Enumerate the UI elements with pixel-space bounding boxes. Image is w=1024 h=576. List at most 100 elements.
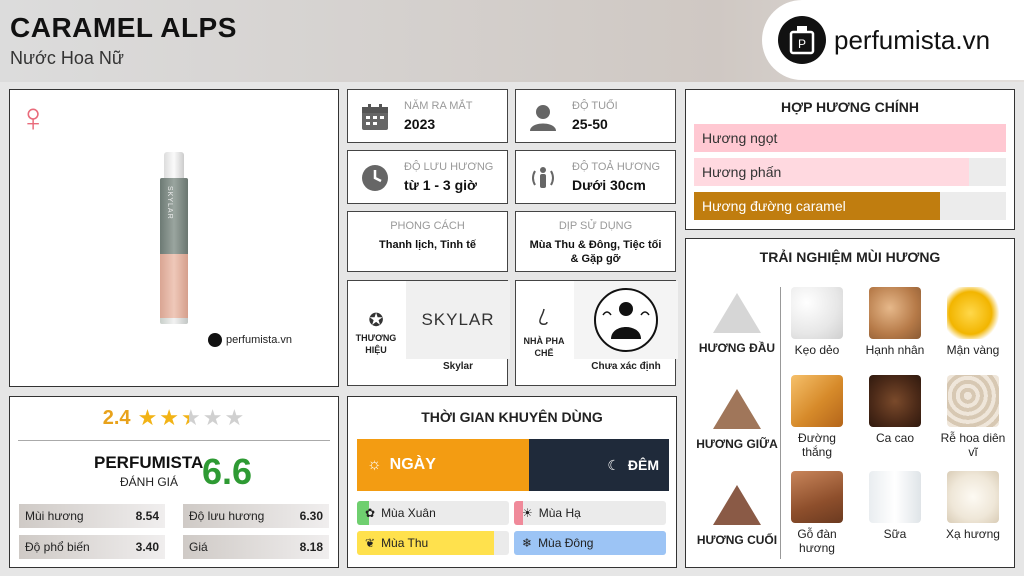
sillage-label: ĐỘ TOẢ HƯƠNG	[572, 161, 661, 173]
clock-icon	[360, 163, 390, 193]
marshmallow-image	[791, 287, 843, 339]
perfumer-label: NHÀ PHA CHẾ	[523, 335, 565, 358]
perfumer-image	[574, 281, 678, 359]
logo-text: perfumista.vn	[834, 24, 991, 55]
perfumista-sublabel: ĐÁNH GIÁ	[120, 475, 179, 489]
perfume-bottle-icon: P	[778, 16, 826, 64]
release-label: NĂM RA MẮT	[404, 100, 473, 112]
orris-root-image	[947, 375, 999, 427]
metric-popularity: Độ phổ biến 3.40	[19, 535, 165, 559]
divider	[18, 440, 330, 441]
notes-title: TRẢI NGHIỆM MÙI HƯƠNG	[759, 249, 941, 265]
female-symbol-icon: ♀	[18, 96, 48, 140]
leaf-icon: ❦	[365, 536, 376, 550]
accord-sweet: Hương ngọt	[694, 124, 1006, 152]
night-segment: ☾ ĐÊM	[528, 439, 669, 491]
watermark: perfumista.vn	[208, 333, 292, 347]
style-value: Thanh lịch, Tinh tế	[379, 239, 476, 251]
age-label: ĐỘ TUỔI	[572, 100, 618, 112]
star-icon: ★	[224, 405, 245, 430]
note-mirabelle: Mận vàng	[938, 287, 1008, 357]
season-autumn: ❦ Mùa Thu	[357, 531, 509, 555]
star-icon: ★	[202, 405, 223, 430]
star-icon: ★	[137, 405, 158, 430]
sun-icon: ☼	[367, 456, 382, 473]
sillage-icon	[528, 163, 558, 193]
longevity-card: ĐỘ LƯU HƯƠNG từ 1 - 3 giờ	[347, 150, 508, 204]
nose-icon	[535, 307, 553, 334]
note-milk: Sữa	[860, 471, 930, 541]
product-panel: ♀ SKYLAR perfumista.vn	[9, 89, 339, 387]
perfumer-card[interactable]: NHÀ PHA CHẾ Chưa xác định	[515, 280, 678, 386]
top-notes-pyramid: HƯƠNG ĐẦU	[694, 293, 780, 355]
note-musk: Xạ hương	[938, 471, 1008, 541]
site-logo[interactable]: P perfumista.vn	[762, 0, 1024, 80]
metric-scent: Mùi hương 8.54	[19, 504, 165, 528]
mirabelle-plum-image	[947, 287, 999, 339]
musk-image	[947, 471, 999, 523]
user-rating: 2.4 ★★★★★	[10, 405, 338, 431]
longevity-label: ĐỘ LƯU HƯƠNG	[404, 161, 494, 173]
svg-text:P: P	[798, 37, 806, 51]
moon-icon: ☾	[607, 456, 620, 473]
release-value: 2023	[404, 116, 436, 132]
rating-score: 2.4	[102, 406, 131, 429]
main-accords-panel: HỢP HƯƠNG CHÍNH Hương ngọt Hương phấn Hư…	[685, 89, 1015, 230]
note-sandalwood: Gỗ đàn hương	[782, 471, 852, 556]
star-badge-icon: ✪	[368, 309, 384, 330]
star-icon: ★	[159, 405, 180, 430]
sandalwood-image	[791, 471, 843, 523]
note-cocoa: Ca cao	[860, 375, 930, 445]
time-title: THỜI GIAN KHUYÊN DÙNG	[421, 409, 603, 425]
perfumista-score: 6.6	[202, 451, 253, 492]
flower-icon: ✿	[365, 506, 376, 520]
divider	[780, 287, 781, 559]
perfume-bottle-icon	[208, 333, 222, 347]
season-summer: ☀ Mùa Hạ	[514, 501, 666, 525]
accords-title: HỢP HƯƠNG CHÍNH	[781, 99, 919, 115]
day-night-bar: ☼ NGÀY ☾ ĐÊM	[357, 439, 669, 491]
note-orris-root: Rễ hoa diên vĩ	[938, 375, 1008, 460]
page-title: CARAMEL ALPS	[10, 12, 237, 43]
brand-label: THƯƠNG HIỆU	[355, 332, 397, 355]
brand-name: Skylar	[442, 361, 474, 372]
calendar-icon	[360, 102, 390, 132]
milk-image	[869, 471, 921, 523]
person-icon	[528, 102, 558, 132]
brand-card[interactable]: ✪ THƯƠNG HIỆU SKYLAR Skylar	[347, 280, 510, 386]
note-caramel: Đường thắng	[782, 375, 852, 460]
caramel-image	[791, 375, 843, 427]
perfumer-name: Chưa xác định	[591, 361, 661, 372]
metric-longevity: Độ lưu hương 6.30	[183, 504, 329, 528]
age-value: 25-50	[572, 116, 608, 132]
perfumista-label: PERFUMISTA	[94, 453, 204, 472]
scent-notes-panel: TRẢI NGHIỆM MÙI HƯƠNG HƯƠNG ĐẦU Kẹo dẻo …	[685, 238, 1015, 568]
snowflake-icon: ❄	[522, 536, 533, 550]
sun-icon: ☀	[522, 506, 533, 520]
rating-panel: 2.4 ★★★★★ PERFUMISTA ĐÁNH GIÁ 6.6 Mùi hư…	[9, 396, 339, 568]
season-spring: ✿ Mùa Xuân	[357, 501, 509, 525]
longevity-value: từ 1 - 3 giờ	[404, 177, 477, 193]
star-icon: ★	[181, 405, 201, 430]
accord-powdery: Hương phấn	[694, 158, 1006, 186]
recommended-time-panel: THỜI GIAN KHUYÊN DÙNG ☼ NGÀY ☾ ĐÊM ✿ Mùa …	[347, 396, 677, 568]
accord-caramel: Hương đường caramel	[694, 192, 1006, 220]
style-card: PHONG CÁCH Thanh lịch, Tinh tế	[347, 211, 508, 272]
brand-logo: SKYLAR	[406, 281, 510, 359]
almond-image	[869, 287, 921, 339]
season-winter: ❄ Mùa Đông	[514, 531, 666, 555]
header: CARAMEL ALPS Nước Hoa Nữ P perfumista.vn	[0, 0, 1024, 82]
star-rating: ★★★★★	[137, 405, 246, 431]
age-card: ĐỘ TUỔI 25-50	[515, 89, 676, 143]
day-segment: ☼ NGÀY	[357, 439, 529, 491]
metric-price: Giá 8.18	[183, 535, 329, 559]
occasion-card: DỊP SỬ DỤNG Mùa Thu & Đông, Tiệc tối & G…	[515, 211, 676, 272]
base-notes-pyramid: HƯƠNG CUỐI	[694, 485, 780, 547]
sillage-card: ĐỘ TOẢ HƯƠNG Dưới 30cm	[515, 150, 676, 204]
cocoa-image	[869, 375, 921, 427]
product-bottle-image: SKYLAR	[160, 152, 188, 324]
note-almond: Hạnh nhân	[860, 287, 930, 357]
occasion-label: DỊP SỬ DỤNG	[558, 220, 633, 232]
occasion-value: Mùa Thu & Đông, Tiệc tối & Gặp gỡ	[529, 239, 662, 266]
sillage-value: Dưới 30cm	[572, 177, 646, 193]
